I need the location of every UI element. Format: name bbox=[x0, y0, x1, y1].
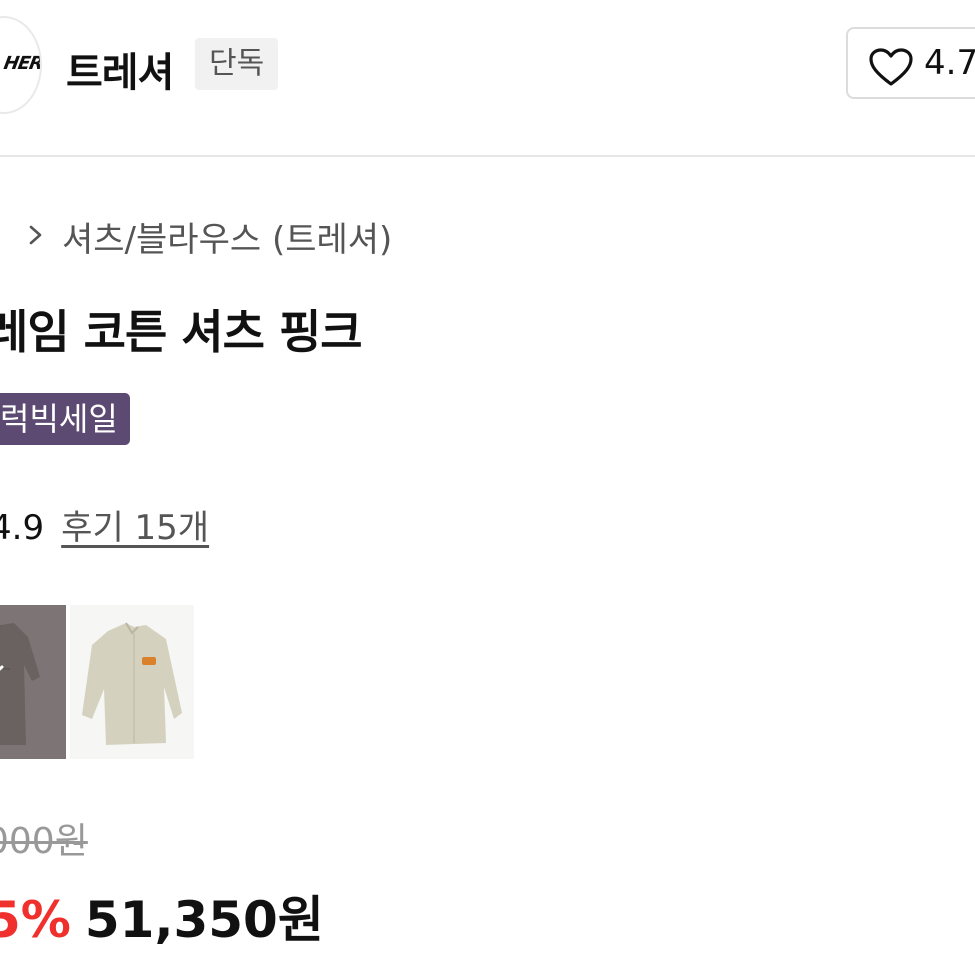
shirt-image-beige bbox=[70, 605, 194, 759]
rating-value: 4.9 bbox=[0, 508, 45, 548]
like-button[interactable]: 4.7 bbox=[846, 27, 975, 99]
original-price: 000원 bbox=[0, 821, 88, 862]
exclusive-badge: 단독 bbox=[195, 38, 279, 90]
color-swatch-pink[interactable] bbox=[0, 605, 66, 759]
shirt-image-pink bbox=[0, 605, 66, 759]
sale-price: 51,350원 bbox=[84, 891, 324, 949]
heart-icon bbox=[869, 48, 913, 86]
discount-rate: 5% bbox=[0, 891, 71, 949]
review-link[interactable]: 후기 15개 bbox=[61, 508, 209, 548]
brand-header: HER 트레셔 단독 4.7 bbox=[0, 0, 975, 157]
like-count: 4.7 bbox=[924, 43, 975, 83]
chevron-right-icon bbox=[29, 225, 42, 245]
rating-row: 4.9 후기 15개 bbox=[0, 500, 209, 550]
brand-logo[interactable]: HER bbox=[0, 16, 42, 114]
price-row: 5% 51,350원 bbox=[0, 880, 324, 952]
color-swatch-beige[interactable] bbox=[70, 605, 194, 759]
brand-logo-text: HER bbox=[2, 53, 42, 74]
breadcrumb-subcategory[interactable]: 셔츠/블라우스 (트레셔) bbox=[62, 212, 392, 261]
product-title: 레임 코튼 셔츠 핑크 bbox=[0, 305, 363, 359]
brand-name[interactable]: 트레셔 bbox=[66, 40, 174, 98]
promo-badge: 럭빅세일 bbox=[0, 393, 130, 445]
product-detail-page: HER 트레셔 단독 4.7 l 셔츠/블라우스 (트레셔) 레임 코튼 셔츠 … bbox=[0, 0, 975, 975]
